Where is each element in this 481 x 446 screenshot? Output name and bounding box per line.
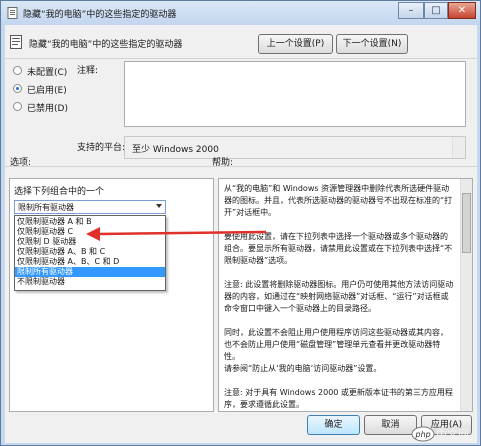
svg-text:中文网: 中文网 bbox=[436, 427, 469, 441]
php-logo: php 中文网 bbox=[411, 426, 469, 442]
annotation-overlay bbox=[86, 227, 267, 241]
php-watermark: php 中文网 bbox=[411, 425, 475, 443]
svg-text:php: php bbox=[415, 430, 431, 439]
window: 隐藏“我的电脑”中的这些指定的驱动器 – □ ✕ 隐藏“我的电脑”中的这些指定的… bbox=[0, 0, 481, 446]
red-arrow-annotation bbox=[97, 230, 267, 236]
red-arrow-head bbox=[86, 227, 100, 241]
